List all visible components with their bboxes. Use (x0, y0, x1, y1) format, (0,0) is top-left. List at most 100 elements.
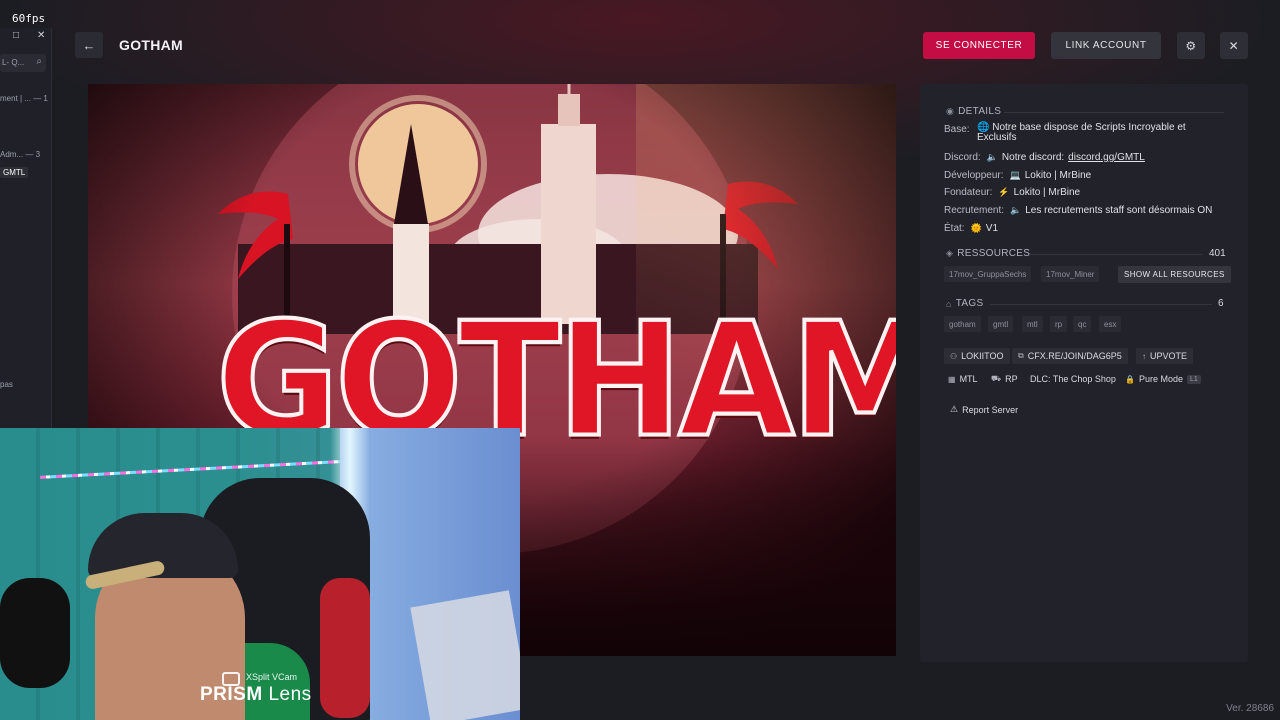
founder-value: Lokito | MrBine (1013, 187, 1081, 198)
sidebar-item[interactable]: Adm... — 3 (0, 150, 40, 159)
locale-text: MTL (959, 374, 978, 384)
watermark-lens: Lens (268, 684, 312, 705)
detail-state: État: 🌞 V1 (944, 223, 998, 234)
detail-label: Recrutement: (944, 205, 1005, 216)
speaker-icon: 🔈 (986, 152, 998, 162)
pure-mode-label: 🔒 Pure Mode L1 (1125, 371, 1201, 387)
maximize-icon[interactable]: □ (13, 30, 19, 41)
eye-icon: ◉ (946, 106, 955, 116)
tags-heading: ⌂ TAGS (946, 298, 983, 309)
close-icon: ✕ (1228, 38, 1240, 53)
tag-chip[interactable]: gotham (944, 316, 981, 332)
tag-chip[interactable]: gmtl (988, 316, 1014, 332)
back-button[interactable]: ← (75, 32, 103, 58)
watermark-big: PRISM Lens (200, 684, 312, 706)
layers-icon: ◈ (946, 248, 954, 258)
gaming-chair-accent (320, 578, 370, 718)
sidebar-item[interactable]: pas (0, 380, 13, 389)
laptop-icon: 💻 (1009, 170, 1021, 180)
tag-icon: ⌂ (946, 298, 952, 309)
detail-discord: Discord: 🔈 Notre discord: discord.gg/GMTL (944, 152, 1145, 163)
user-icon: ⚇ (950, 351, 958, 361)
tags-count: 6 (1218, 298, 1224, 309)
join-link[interactable]: ⧉ CFX.RE/JOIN/DAG6P5 (1012, 348, 1128, 364)
base-value-text: Notre base dispose de Scripts Incroyable… (977, 122, 1186, 143)
arrow-left-icon: ← (82, 37, 96, 53)
resources-count: 401 (1209, 248, 1226, 259)
gametype-label: ⛟ RP (991, 371, 1018, 387)
discord-prefix: Notre discord: (1001, 152, 1065, 163)
tags-heading-text: TAGS (955, 298, 984, 309)
detail-label: Discord: (944, 152, 981, 163)
details-heading: ◉ DETAILS (946, 106, 1001, 117)
detail-label: Fondateur: (944, 187, 993, 198)
sidebar-search-text: L- Q... (2, 58, 25, 67)
detail-base: Base: (944, 124, 970, 135)
sun-icon: 🌞 (970, 223, 982, 233)
detail-label: Base: (944, 124, 970, 135)
owner-label: LOKIITOO (961, 351, 1004, 361)
sidebar-item-tag[interactable]: GMTL (0, 167, 29, 178)
webcam-overlay: XSplit VCam PRISM Lens (0, 428, 520, 720)
warning-icon: ⚠ (950, 404, 959, 414)
resource-chip: 17mov_Miner (1041, 266, 1100, 282)
divider (1030, 254, 1202, 255)
detail-label: État: (944, 223, 965, 234)
join-label: CFX.RE/JOIN/DAG6P5 (1027, 351, 1122, 361)
detail-recruitment: Recrutement: 🔈 Les recrutements staff son… (944, 205, 1212, 216)
page-title: GOTHAM (119, 37, 184, 53)
upvote-label: UPVOTE (1150, 351, 1188, 361)
discord-link[interactable]: discord.gg/GMTL (1068, 152, 1145, 163)
server-list-sidebar: □ ✕ L- Q... ⌕ ment | ... — 1 Adm... — 3 … (0, 28, 52, 428)
recruitment-value: Les recrutements staff sont désormais ON (1025, 205, 1213, 216)
watermark-small: XSplit VCam (246, 672, 298, 682)
sidebar-item[interactable]: ment | ... — 1 (0, 94, 48, 103)
resources-heading: ◈ RESSOURCES (946, 248, 1030, 259)
state-value: V1 (985, 223, 999, 234)
detail-developer: Développeur: 💻 Lokito | MrBine (944, 170, 1091, 181)
details-heading-text: DETAILS (958, 106, 1002, 117)
version-label: Ver. 28686 (1226, 703, 1274, 714)
tag-chip[interactable]: qc (1073, 316, 1092, 332)
lock-icon: 🔒 (1125, 374, 1135, 384)
tag-chip[interactable]: mtl (1022, 316, 1043, 332)
tag-chip[interactable]: rp (1050, 316, 1068, 332)
sidebar-search-input[interactable]: L- Q... ⌕ (0, 54, 46, 72)
close-button[interactable]: ✕ (1220, 32, 1248, 59)
fps-counter: 60fps (12, 12, 46, 25)
link-account-button[interactable]: LINK ACCOUNT (1051, 32, 1161, 59)
microphone (0, 578, 70, 688)
show-all-resources-button[interactable]: SHOW ALL RESOURCES (1118, 266, 1231, 283)
pure-mode-text: Pure Mode (1138, 374, 1183, 384)
arrow-up-icon: ↑ (1142, 351, 1146, 361)
detail-label: Développeur: (944, 170, 1004, 181)
connect-button[interactable]: SE CONNECTER (923, 32, 1035, 59)
resource-chip: 17mov_GruppaSechs (944, 266, 1032, 282)
watermark-prism: PRISM (200, 684, 263, 705)
close-icon[interactable]: ✕ (37, 30, 45, 41)
link-icon: ⧉ (1018, 351, 1024, 360)
report-server-button[interactable]: ⚠ Report Server (950, 404, 1018, 415)
car-icon: ⛟ (991, 374, 1002, 383)
upvote-button[interactable]: ↑ UPVOTE (1136, 348, 1194, 364)
settings-button[interactable]: ⚙ (1177, 32, 1205, 59)
server-tag: GMTL (0, 167, 29, 178)
report-label: Report Server (962, 404, 1019, 415)
developer-value: Lokito | MrBine (1024, 170, 1092, 181)
gear-icon: ⚙ (1185, 38, 1197, 53)
owner-link[interactable]: ⚇ LOKIITOO (944, 348, 1010, 364)
divider (990, 304, 1212, 305)
background-box (410, 590, 520, 720)
resources-heading-text: RESSOURCES (957, 248, 1031, 259)
speaker-icon: 🔈 (1010, 205, 1022, 215)
detail-base-value: 🌐 Notre base dispose de Scripts Incroyab… (977, 123, 1217, 143)
server-icon: ▦ (948, 374, 956, 384)
locale-label: ▦ MTL (948, 371, 978, 387)
gametype-text: RP (1005, 374, 1018, 384)
search-icon[interactable]: ⌕ (36, 56, 42, 67)
dlc-label: DLC: The Chop Shop (1030, 374, 1116, 384)
tag-chip[interactable]: esx (1099, 316, 1122, 332)
lightning-icon: ⚡ (998, 187, 1010, 197)
app-window: 60fps □ ✕ L- Q... ⌕ ment | ... — 1 Adm..… (0, 0, 1280, 720)
pure-mode-badge: L1 (1187, 374, 1201, 384)
